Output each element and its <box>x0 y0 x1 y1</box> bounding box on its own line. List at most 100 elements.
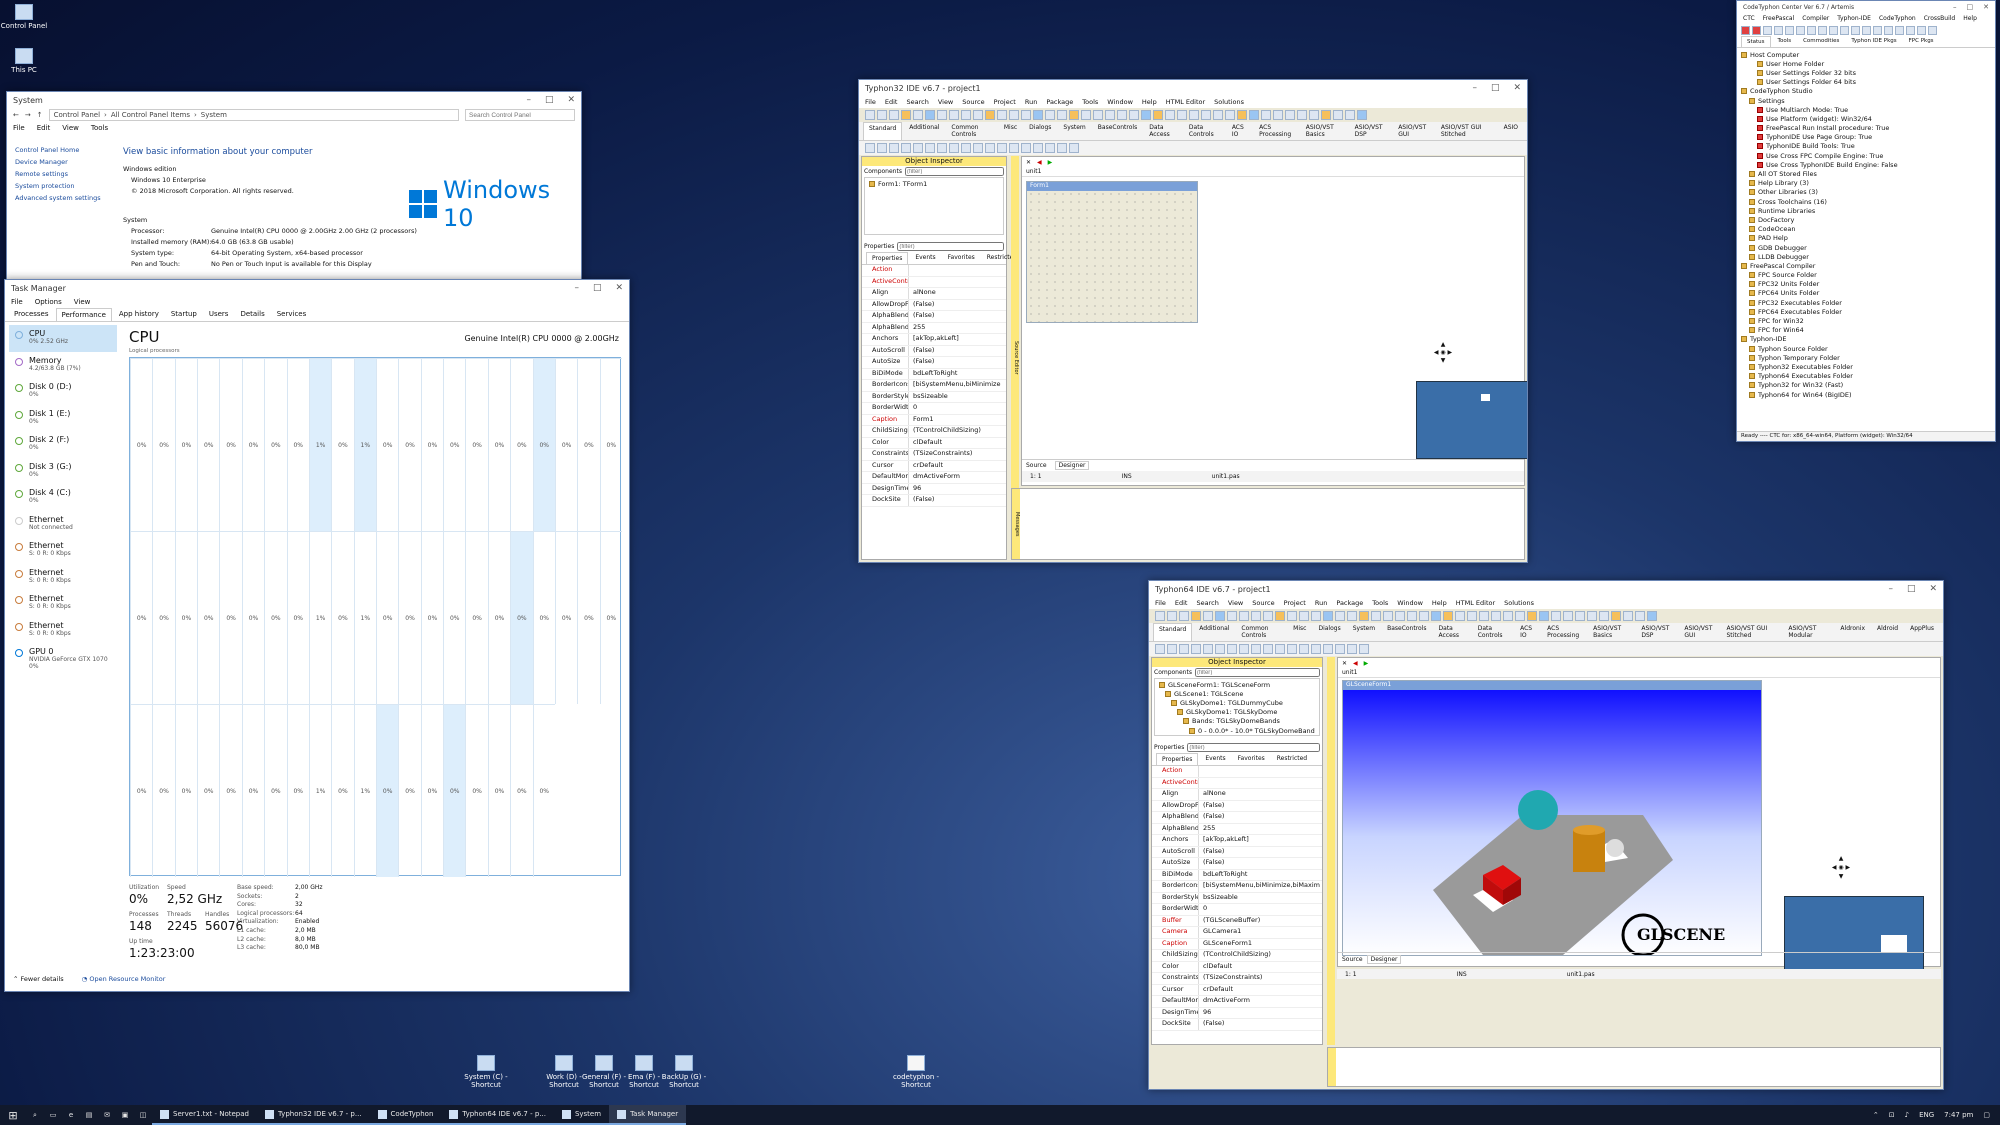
close-icon[interactable]: ✕ <box>1342 660 1347 667</box>
component-icon[interactable] <box>1045 143 1055 153</box>
toolbar-button-icon[interactable] <box>1359 611 1369 621</box>
sidebar-item-ethernet[interactable]: Ethernet S: 0 R: 0 Kbps <box>9 617 117 644</box>
palette-tab[interactable]: BaseControls <box>1093 122 1142 140</box>
toolbar-button-icon[interactable] <box>1928 25 1937 35</box>
terminal-icon[interactable]: ▣ <box>116 1111 134 1119</box>
property-row[interactable]: AlphaBlendValue255 <box>1152 823 1322 835</box>
palette-tab[interactable]: Additional <box>904 122 944 140</box>
property-row[interactable]: DefaultMonitordmActiveForm <box>862 472 1006 484</box>
toolbar-button-icon[interactable] <box>1551 611 1561 621</box>
menu-item[interactable]: Tools <box>1082 98 1098 106</box>
tree-node[interactable]: Typhon-IDE <box>1741 335 1991 344</box>
tree-node[interactable]: User Home Folder <box>1741 59 1991 68</box>
toolbar-button-icon[interactable] <box>865 110 875 120</box>
property-row[interactable]: Color clDefault <box>862 437 1006 449</box>
tree-node[interactable]: FreePascal Compiler <box>1741 261 1991 270</box>
menu-item[interactable]: CrossBuild <box>1924 15 1956 22</box>
menu-item[interactable]: Solutions <box>1504 599 1534 607</box>
tree-node[interactable]: Typhon Temporary Folder <box>1741 353 1991 362</box>
component-icon[interactable] <box>973 143 983 153</box>
property-row[interactable]: AlphaBlendValue255 <box>862 322 1006 334</box>
property-row[interactable]: Anchors [akTop,akLeft] <box>1152 835 1322 847</box>
tab-app-history[interactable]: App history <box>114 308 164 321</box>
toolbar-button-icon[interactable] <box>1623 611 1633 621</box>
desktop-shortcut[interactable]: codetyphon - Shortcut <box>892 1055 940 1089</box>
minimize-icon[interactable]: – <box>526 95 531 105</box>
palette-tab[interactable]: Data Access <box>1434 623 1471 641</box>
palette-tab[interactable]: Data Controls <box>1184 122 1225 140</box>
palette-tab[interactable]: Aldroid <box>1872 623 1903 641</box>
property-row[interactable]: Cursor crDefault <box>1152 984 1322 996</box>
back-icon[interactable]: ◀ <box>1353 660 1358 667</box>
toolbar-button-icon[interactable] <box>1285 110 1295 120</box>
taskbar-app-codetyphon[interactable]: CodeTyphon <box>369 1105 442 1125</box>
editor-tab[interactable]: unit1 <box>1022 167 1524 177</box>
property-row[interactable]: Align alNone <box>862 288 1006 300</box>
toolbar-button-icon[interactable] <box>1467 611 1477 621</box>
component-icon[interactable] <box>985 143 995 153</box>
tree-node[interactable]: Host Computer <box>1741 50 1991 59</box>
toolbar-button-icon[interactable] <box>1215 611 1225 621</box>
menu-edit[interactable]: Edit <box>37 124 51 132</box>
toolbar-button-icon[interactable] <box>1201 110 1211 120</box>
menu-item[interactable]: Run <box>1315 599 1327 607</box>
component-icon[interactable] <box>1275 644 1285 654</box>
property-row[interactable]: BorderWidth0 <box>862 403 1006 415</box>
tree-node[interactable]: Use Multiarch Mode: True <box>1741 105 1991 114</box>
toolbar-button-icon[interactable] <box>1299 611 1309 621</box>
property-row[interactable]: ChildSizing (TControlChildSizing) <box>862 426 1006 438</box>
property-row[interactable]: Action <box>1152 766 1322 778</box>
palette-tab[interactable]: Data Access <box>1144 122 1182 140</box>
property-row[interactable]: Constraints (TSizeConstraints) <box>1152 973 1322 985</box>
toolbar-button-icon[interactable] <box>1906 25 1915 35</box>
toolbar-button-icon[interactable] <box>1862 25 1871 35</box>
toolbar-button-icon[interactable] <box>1203 611 1213 621</box>
menu-item[interactable]: Edit <box>1175 599 1188 607</box>
maximize-icon[interactable]: □ <box>1907 584 1916 594</box>
toolbar-button-icon[interactable] <box>937 110 947 120</box>
taskbar-app-notepad[interactable]: Server1.txt - Notepad <box>152 1105 257 1125</box>
palette-tab[interactable]: Standard <box>1153 623 1193 641</box>
maximize-icon[interactable]: □ <box>1967 3 1974 11</box>
open-resource-monitor-link[interactable]: ◔ Open Resource Monitor <box>82 975 166 983</box>
menu-item[interactable]: Project <box>994 98 1016 106</box>
sidebar-item-gpu[interactable]: GPU 0 NVIDIA GeForce GTX 1070 0% <box>9 643 117 670</box>
tree-node[interactable]: FPC32 Units Folder <box>1741 280 1991 289</box>
component-icon[interactable] <box>1287 644 1297 654</box>
toolbar-button-icon[interactable] <box>1069 110 1079 120</box>
tab-favorites[interactable]: Favorites <box>943 252 980 264</box>
desktop-shortcut[interactable]: BackUp (G) - Shortcut <box>660 1055 708 1089</box>
nav-control[interactable]: ▲ ◀ ◉ ▶ ▼ <box>1430 341 1456 367</box>
component-icon[interactable] <box>1203 644 1213 654</box>
clock[interactable]: 7:47 pm <box>1944 1111 1973 1119</box>
toolbar-button-icon[interactable] <box>1009 110 1019 120</box>
component-icon[interactable] <box>925 143 935 153</box>
ctc-tab[interactable]: Status <box>1741 36 1771 47</box>
property-row[interactable]: Color clDefault <box>1152 961 1322 973</box>
back-icon[interactable]: ← <box>13 111 19 119</box>
component-icon[interactable] <box>913 143 923 153</box>
toolbar-button-icon[interactable] <box>925 110 935 120</box>
toolbar-button-icon[interactable] <box>973 110 983 120</box>
menu-item[interactable]: Window <box>1397 599 1423 607</box>
property-row[interactable]: Cursor crDefault <box>862 460 1006 472</box>
property-row[interactable]: BorderStyle bsSizeable <box>1152 892 1322 904</box>
toolbar-button-icon[interactable] <box>1189 110 1199 120</box>
property-row[interactable]: Action <box>862 265 1006 277</box>
property-row[interactable]: Align alNone <box>1152 789 1322 801</box>
menu-item[interactable]: Edit <box>885 98 898 106</box>
tree-node[interactable]: FPC32 Executables Folder <box>1741 298 1991 307</box>
store-icon[interactable]: ◫ <box>134 1111 152 1119</box>
toolbar-button-icon[interactable] <box>1395 611 1405 621</box>
component-icon[interactable] <box>889 143 899 153</box>
fewer-details-button[interactable]: ⌃ Fewer details <box>13 975 64 983</box>
menu-item[interactable]: HTML Editor <box>1166 98 1205 106</box>
property-row[interactable]: DockSite (False) <box>1152 1019 1322 1031</box>
toolbar-button-icon[interactable] <box>1774 25 1783 35</box>
toolbar-button-icon[interactable] <box>1045 110 1055 120</box>
property-row[interactable]: DesignTimePPI96 <box>862 483 1006 495</box>
tree-node[interactable]: Typhon32 Executables Folder <box>1741 362 1991 371</box>
sidebar-item-memory[interactable]: Memory 4.2/63.8 GB (7%) <box>9 352 117 379</box>
menu-item[interactable]: Window <box>1107 98 1133 106</box>
sidebar-item-ethernet[interactable]: Ethernet S: 0 R: 0 Kbps <box>9 590 117 617</box>
